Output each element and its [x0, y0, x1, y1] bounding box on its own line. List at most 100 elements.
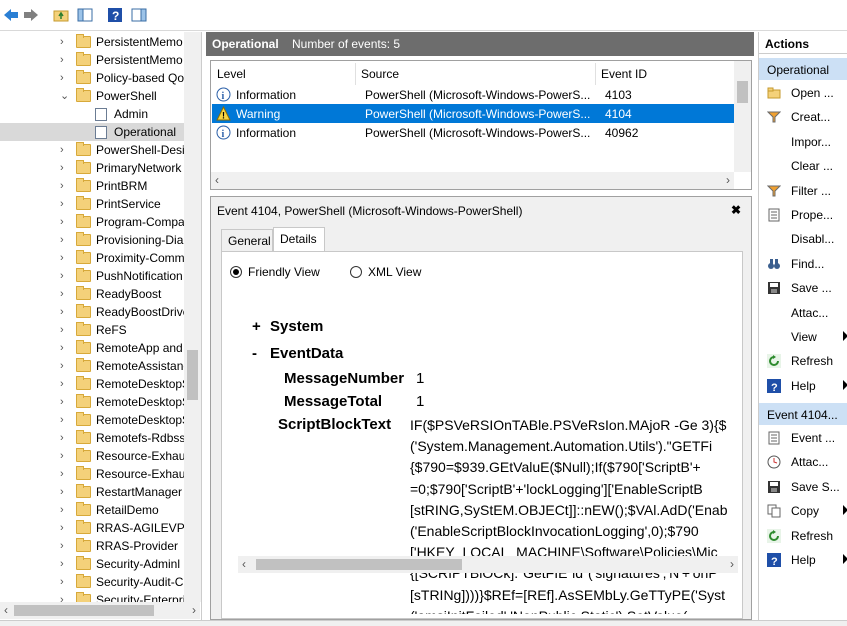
table-row[interactable]: ! Warning PowerShell (Microsoft-Windows-Po… — [212, 104, 734, 123]
action-item[interactable]: ? Help — [759, 375, 847, 397]
show-hide-tree-icon[interactable] — [76, 6, 94, 24]
chevron-right-icon[interactable]: › — [60, 342, 70, 354]
chevron-right-icon[interactable]: › — [60, 270, 70, 282]
actions-section-log[interactable]: Operational — [759, 58, 847, 80]
tree-item[interactable]: › PrintBRM — [0, 177, 200, 195]
tab-general[interactable]: General — [221, 229, 273, 251]
tree-item[interactable]: › PowerShell-Desi — [0, 141, 200, 159]
tree-item[interactable]: › Resource-Exhaus — [0, 447, 200, 465]
tree-item[interactable]: › RemoteApp and — [0, 339, 200, 357]
tree-item[interactable]: › ReadyBoostDrive — [0, 303, 200, 321]
eventdata-toggle[interactable]: - — [252, 345, 257, 362]
tree-item[interactable]: › Program-Compa — [0, 213, 200, 231]
tree-item[interactable]: › RemoteDesktopS — [0, 411, 200, 429]
action-item[interactable]: Open ... — [759, 82, 847, 104]
action-item[interactable]: Refresh — [759, 525, 847, 547]
eventdata-node[interactable]: EventData — [270, 345, 343, 362]
chevron-right-icon[interactable]: › — [60, 288, 70, 300]
action-item[interactable]: Attac... — [759, 451, 847, 473]
chevron-right-icon[interactable]: › — [60, 558, 70, 570]
chevron-right-icon[interactable]: › — [60, 396, 70, 408]
back-arrow-icon[interactable] — [2, 6, 20, 24]
tree-item[interactable]: › Security-Adminl — [0, 555, 200, 573]
chevron-right-icon[interactable]: › — [60, 576, 70, 588]
chevron-right-icon[interactable]: › — [60, 540, 70, 552]
tree-item[interactable]: › ReadyBoost — [0, 285, 200, 303]
tree-item[interactable]: › RetailDemo — [0, 501, 200, 519]
action-item[interactable]: Prope... — [759, 204, 847, 226]
show-hide-action-pane-icon[interactable] — [130, 6, 148, 24]
tree-item[interactable]: Operational — [0, 123, 200, 141]
chevron-right-icon[interactable]: › — [60, 324, 70, 336]
chevron-right-icon[interactable]: › — [60, 234, 70, 246]
action-item[interactable]: Filter ... — [759, 180, 847, 202]
tree-item[interactable]: Admin — [0, 105, 200, 123]
chevron-right-icon[interactable]: › — [60, 450, 70, 462]
action-item[interactable]: Save S... — [759, 476, 847, 498]
close-icon[interactable]: ✖ — [731, 203, 741, 217]
chevron-right-icon[interactable]: › — [60, 468, 70, 480]
tree-item[interactable]: › PushNotification — [0, 267, 200, 285]
col-level[interactable]: Level — [217, 67, 246, 81]
action-item[interactable]: Attac... — [759, 302, 847, 324]
friendly-view-label[interactable]: Friendly View — [248, 265, 320, 279]
action-item[interactable]: Disabl... — [759, 228, 847, 250]
chevron-right-icon[interactable]: › — [60, 522, 70, 534]
xml-view-radio[interactable] — [350, 266, 362, 278]
actions-section-event[interactable]: Event 4104... — [759, 403, 847, 425]
event-list-hscroll[interactable]: ‹ › — [211, 172, 734, 189]
action-item[interactable]: Event ... — [759, 427, 847, 449]
chevron-right-icon[interactable]: › — [60, 414, 70, 426]
system-node[interactable]: System — [270, 318, 323, 335]
tree-item[interactable]: › Resource-Exhaus — [0, 465, 200, 483]
chevron-right-icon[interactable]: › — [60, 486, 70, 498]
action-item[interactable]: View — [759, 326, 847, 348]
chevron-right-icon[interactable]: › — [60, 504, 70, 516]
action-item[interactable]: ? Help — [759, 549, 847, 571]
table-row[interactable]: i Information PowerShell (Microsoft-Window… — [212, 123, 734, 142]
tree-item[interactable]: › RemoteAssistanc — [0, 357, 200, 375]
tab-details[interactable]: Details — [273, 227, 325, 251]
col-source[interactable]: Source — [361, 67, 399, 81]
action-item[interactable]: Find... — [759, 253, 847, 275]
system-toggle[interactable]: + — [252, 318, 261, 335]
tree-vscroll[interactable] — [184, 32, 201, 602]
tree-item[interactable]: › ReFS — [0, 321, 200, 339]
chevron-right-icon[interactable]: › — [60, 252, 70, 264]
tree-item[interactable]: › PersistentMemo — [0, 51, 200, 69]
tree-item[interactable]: › PrintService — [0, 195, 200, 213]
tree-item[interactable]: › RRAS-AGILEVPN — [0, 519, 200, 537]
tree-item[interactable]: › PersistentMemo — [0, 33, 200, 51]
chevron-right-icon[interactable]: › — [60, 360, 70, 372]
chevron-right-icon[interactable]: › — [60, 54, 70, 66]
tree-item[interactable]: › RestartManager — [0, 483, 200, 501]
action-item[interactable]: Save ... — [759, 277, 847, 299]
tree-item[interactable]: › RemoteDesktopS — [0, 375, 200, 393]
action-item[interactable]: Clear ... — [759, 155, 847, 177]
detail-hscroll[interactable]: ‹ › — [238, 556, 738, 573]
chevron-right-icon[interactable]: › — [60, 72, 70, 84]
forward-arrow-icon[interactable] — [22, 6, 40, 24]
tree-hscroll[interactable]: ‹ › — [0, 602, 200, 619]
action-item[interactable]: Copy — [759, 500, 847, 522]
tree-item[interactable]: › Proximity-Comm — [0, 249, 200, 267]
chevron-right-icon[interactable]: › — [60, 198, 70, 210]
chevron-right-icon[interactable]: › — [60, 432, 70, 444]
up-folder-icon[interactable] — [52, 6, 70, 24]
chevron-right-icon[interactable]: › — [60, 144, 70, 156]
chevron-right-icon[interactable]: › — [60, 180, 70, 192]
tree-item[interactable]: › Remotefs-Rdbss — [0, 429, 200, 447]
tree-item[interactable]: › Security-Audit-C — [0, 573, 200, 591]
action-item[interactable]: Creat... — [759, 106, 847, 128]
chevron-right-icon[interactable]: › — [60, 216, 70, 228]
help-icon[interactable]: ? — [106, 6, 124, 24]
tree-item[interactable]: › Provisioning-Dia — [0, 231, 200, 249]
tree-item[interactable]: › PrimaryNetwork — [0, 159, 200, 177]
action-item[interactable]: Refresh — [759, 350, 847, 372]
tree-item[interactable]: › RRAS-Provider — [0, 537, 200, 555]
col-event-id[interactable]: Event ID — [601, 67, 647, 81]
event-list-vscroll[interactable] — [734, 61, 751, 172]
xml-view-label[interactable]: XML View — [368, 265, 421, 279]
table-row[interactable]: i Information PowerShell (Microsoft-Window… — [212, 85, 734, 104]
tree-item[interactable]: › RemoteDesktopS — [0, 393, 200, 411]
